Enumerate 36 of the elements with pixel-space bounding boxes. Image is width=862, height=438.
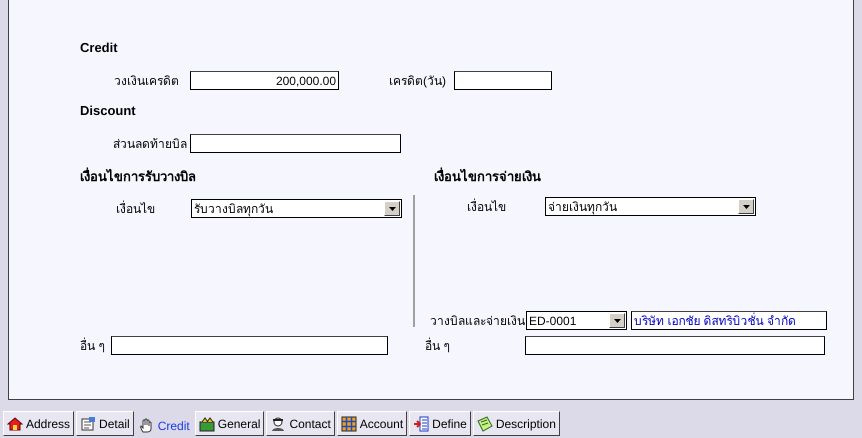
vendor-code-select[interactable]: ED-0001 bbox=[526, 311, 627, 330]
field-label: วงเงินเครดิต bbox=[113, 72, 179, 90]
billing-condition-select[interactable]: รับวางบิลทุกวัน bbox=[191, 199, 402, 218]
field-label: เครดิต(วัน) bbox=[389, 72, 447, 90]
tab[interactable]: General bbox=[194, 411, 264, 436]
discount-field[interactable] bbox=[190, 134, 401, 153]
payment-condition-select[interactable]: จ่ายเงินทุกวัน bbox=[545, 197, 756, 216]
field-label: เงื่อนไข bbox=[116, 200, 156, 218]
document-icon bbox=[80, 416, 96, 432]
person-icon bbox=[270, 416, 286, 432]
tab[interactable]: Contact bbox=[266, 411, 335, 436]
grid-icon bbox=[340, 416, 357, 432]
section-heading: Credit bbox=[80, 40, 118, 55]
field-label: อื่น ๆ bbox=[80, 336, 106, 354]
field-label: เงื่อนไข bbox=[467, 198, 507, 216]
field-label: วางบิลและจ่ายเงิน bbox=[429, 312, 525, 330]
credit-limit-field[interactable]: 200,000.00 bbox=[190, 71, 339, 90]
box-icon bbox=[198, 416, 215, 432]
field-label: อื่น ๆ bbox=[425, 336, 450, 354]
section-heading: Discount bbox=[80, 103, 136, 118]
tab[interactable]: Address bbox=[3, 411, 74, 436]
payment-other-field[interactable] bbox=[525, 336, 825, 355]
house-icon bbox=[7, 416, 23, 432]
billing-other-field[interactable] bbox=[111, 336, 388, 355]
tab[interactable]: Define bbox=[409, 411, 471, 436]
section-heading: เงื่อนไขการรับวางบิล bbox=[80, 169, 196, 184]
note-icon bbox=[476, 416, 493, 432]
vendor-name-field[interactable]: บริษัท เอกชัย ดิสทริบิวชั่น จำกัด bbox=[631, 311, 827, 330]
list-icon bbox=[413, 416, 430, 432]
section-heading: เงื่อนไขการจ่ายเงิน bbox=[434, 169, 541, 184]
tab[interactable]: Credit bbox=[136, 411, 193, 436]
credit-days-field[interactable] bbox=[454, 71, 552, 90]
tab[interactable]: Detail bbox=[76, 411, 134, 436]
tab[interactable]: Description bbox=[472, 411, 560, 436]
field-label: ส่วนลดท้ายบิล bbox=[112, 136, 187, 152]
tab[interactable]: Account bbox=[336, 411, 408, 436]
